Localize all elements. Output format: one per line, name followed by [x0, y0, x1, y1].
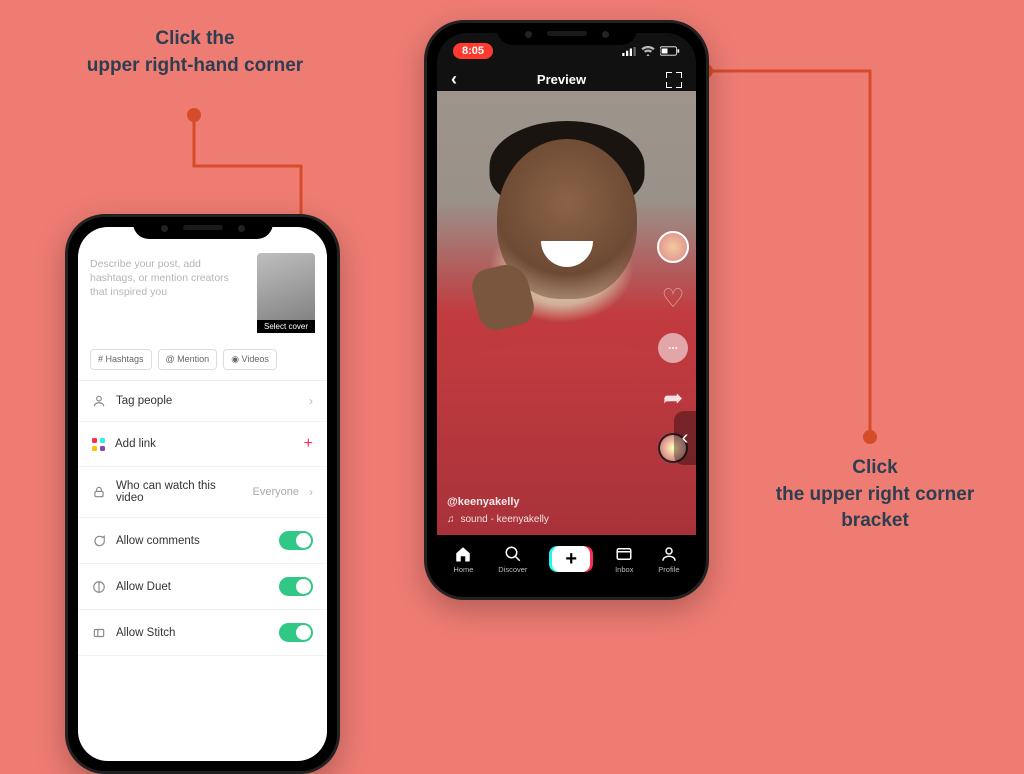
publish-screen: Describe your post, add hashtags, or men…: [78, 227, 327, 761]
share-icon[interactable]: ➦: [658, 383, 688, 413]
privacy-label: Who can watch this video: [116, 480, 243, 504]
chevron-right-icon: ›: [309, 485, 313, 499]
select-cover-button[interactable]: Select cover: [257, 253, 315, 333]
battery-icon: [660, 46, 680, 56]
back-icon[interactable]: ‹: [451, 69, 457, 90]
scrub-handle[interactable]: ‹: [674, 411, 696, 465]
allow-stitch-toggle[interactable]: [279, 623, 313, 642]
privacy-value: Everyone: [253, 486, 299, 498]
avatar-icon[interactable]: [657, 231, 689, 263]
allow-duet-label: Allow Duet: [116, 581, 269, 593]
row-allow-duet: Allow Duet: [78, 564, 327, 610]
home-icon: [454, 545, 472, 563]
tag-people-label: Tag people: [116, 395, 299, 407]
sound-label: sound - keenyakelly: [461, 514, 549, 525]
video-preview[interactable]: ♡ ➦ ‹ @keenyakelly ♫ sound - keenyakelly: [437, 91, 696, 535]
tab-home-label: Home: [453, 565, 473, 574]
row-allow-comments: Allow comments: [78, 518, 327, 564]
search-icon: [504, 545, 522, 563]
phone-preview: 8:05 ‹ Preview ♡: [424, 20, 709, 600]
inbox-icon: [615, 545, 633, 563]
music-note-icon: ♫: [447, 514, 455, 525]
status-time: 8:05: [453, 43, 493, 59]
duet-icon: [92, 580, 106, 594]
tab-create[interactable]: +: [552, 546, 590, 572]
tab-discover[interactable]: Discover: [498, 545, 527, 574]
tab-home[interactable]: Home: [453, 545, 473, 574]
chip-mention[interactable]: @ Mention: [158, 349, 218, 370]
chip-hashtags[interactable]: # Hashtags: [90, 349, 152, 370]
allow-stitch-label: Allow Stitch: [116, 627, 269, 639]
comment-icon[interactable]: [658, 333, 688, 363]
lock-icon: [92, 485, 106, 499]
tab-bar: Home Discover + Inbox Profile: [437, 535, 696, 587]
status-icons: [622, 46, 680, 56]
tab-profile[interactable]: Profile: [658, 545, 679, 574]
add-link-label: Add link: [115, 438, 294, 450]
row-tag-people[interactable]: Tag people ›: [78, 381, 327, 422]
row-add-link[interactable]: Add link +: [78, 422, 327, 467]
tab-profile-label: Profile: [658, 565, 679, 574]
caption-area: Describe your post, add hashtags, or men…: [78, 227, 327, 343]
wifi-icon: [641, 46, 655, 56]
select-cover-label: Select cover: [257, 320, 315, 333]
signal-icon: [622, 47, 636, 56]
preview-title: Preview: [537, 72, 586, 87]
comment-icon: [92, 534, 106, 548]
phone-publish: Describe your post, add hashtags, or men…: [65, 214, 340, 774]
allow-comments-toggle[interactable]: [279, 531, 313, 550]
stitch-icon: [92, 626, 106, 640]
allow-duet-toggle[interactable]: [279, 577, 313, 596]
tab-discover-label: Discover: [498, 565, 527, 574]
preview-screen: 8:05 ‹ Preview ♡: [437, 33, 696, 587]
row-privacy[interactable]: Who can watch this video Everyone ›: [78, 467, 327, 518]
video-meta: @keenyakelly ♫ sound - keenyakelly: [447, 496, 549, 525]
link-icon: [92, 438, 105, 451]
username[interactable]: @keenyakelly: [447, 496, 549, 508]
sound-row[interactable]: ♫ sound - keenyakelly: [447, 514, 549, 525]
chevron-right-icon: ›: [309, 394, 313, 408]
phone-notch: [497, 23, 637, 45]
connector-dot: [863, 430, 877, 444]
tab-inbox[interactable]: Inbox: [615, 545, 633, 574]
caption-input[interactable]: Describe your post, add hashtags, or men…: [90, 253, 249, 333]
phone-notch: [133, 217, 273, 239]
tab-inbox-label: Inbox: [615, 565, 633, 574]
like-icon[interactable]: ♡: [658, 283, 688, 313]
chip-row: # Hashtags @ Mention ◉ Videos: [78, 343, 327, 381]
chip-videos[interactable]: ◉ Videos: [223, 349, 277, 370]
expand-icon[interactable]: [666, 72, 682, 88]
profile-icon: [660, 545, 678, 563]
row-allow-stitch: Allow Stitch: [78, 610, 327, 656]
allow-comments-label: Allow comments: [116, 535, 269, 547]
person-icon: [92, 394, 106, 408]
plus-icon: +: [304, 435, 313, 453]
